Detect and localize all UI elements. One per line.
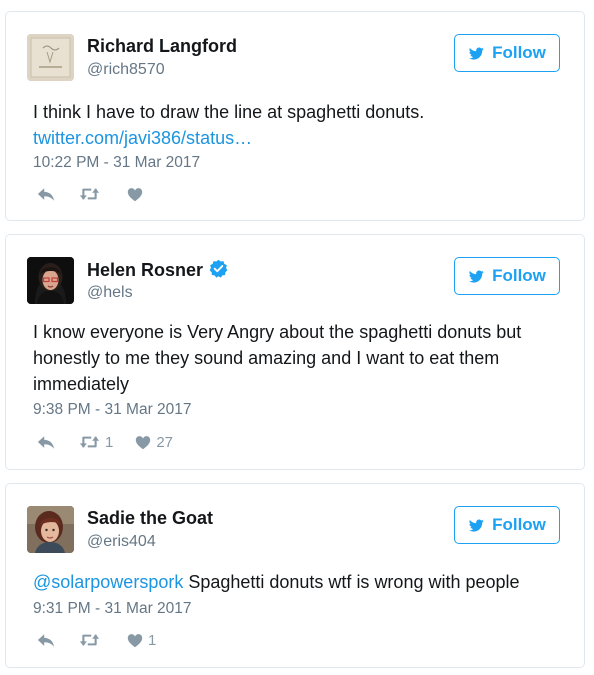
display-name[interactable]: Richard Langford bbox=[87, 36, 237, 57]
timestamp[interactable]: 9:38 PM - 31 Mar 2017 bbox=[33, 401, 192, 419]
retweet-icon bbox=[79, 435, 100, 449]
heart-icon bbox=[127, 633, 143, 648]
heart-icon bbox=[135, 435, 151, 450]
twitter-bird-icon bbox=[468, 518, 485, 533]
display-name-row: Helen Rosner bbox=[87, 259, 228, 283]
verified-badge-icon bbox=[209, 259, 228, 283]
avatar[interactable] bbox=[27, 506, 74, 553]
tweet-actions bbox=[37, 184, 148, 204]
follow-label: Follow bbox=[492, 515, 546, 534]
twitter-bird-icon bbox=[468, 46, 485, 61]
tweet-actions: 1 27 bbox=[37, 432, 173, 452]
follow-label: Follow bbox=[492, 43, 546, 62]
retweet-icon bbox=[79, 633, 100, 647]
tweet-body-line: I know everyone is Very Angry about the … bbox=[33, 322, 522, 342]
display-name[interactable]: Helen Rosner bbox=[87, 260, 203, 280]
like-count: 1 bbox=[148, 631, 157, 649]
user-handle[interactable]: @hels bbox=[87, 284, 133, 302]
reply-button[interactable] bbox=[37, 435, 55, 450]
like-button[interactable] bbox=[127, 187, 148, 202]
display-name[interactable]: Sadie the Goat bbox=[87, 508, 213, 529]
tweet-link[interactable]: twitter.com/javi386/status… bbox=[33, 125, 564, 151]
mention-link[interactable]: @solarpowerspork bbox=[33, 572, 183, 592]
retweet-count: 1 bbox=[105, 433, 114, 451]
reply-icon bbox=[37, 435, 55, 450]
retweet-button[interactable] bbox=[79, 187, 105, 201]
like-count: 27 bbox=[156, 433, 174, 451]
tweet-text: I think I have to draw the line at spagh… bbox=[33, 99, 564, 151]
reply-icon bbox=[37, 633, 55, 648]
follow-button[interactable]: Follow bbox=[454, 34, 560, 72]
tweet-body-line: immediately bbox=[33, 374, 130, 394]
timestamp[interactable]: 10:22 PM - 31 Mar 2017 bbox=[33, 154, 200, 172]
tweet-card: Richard Langford @rich8570 Follow I thin… bbox=[5, 11, 585, 221]
tweet-card: Sadie the Goat @eris404 Follow @solarpow… bbox=[5, 483, 585, 668]
retweet-icon bbox=[79, 187, 100, 201]
follow-button[interactable]: Follow bbox=[454, 506, 560, 544]
tweet-body: I think I have to draw the line at spagh… bbox=[33, 102, 425, 122]
user-handle[interactable]: @rich8570 bbox=[87, 61, 165, 79]
tweet-actions: 1 bbox=[37, 630, 156, 650]
retweet-button[interactable] bbox=[79, 633, 105, 647]
follow-label: Follow bbox=[492, 266, 546, 285]
like-button[interactable]: 1 bbox=[127, 632, 156, 649]
tweet-body-line: honestly to me they sound amazing and I … bbox=[33, 348, 500, 368]
tweet-body: Spaghetti donuts wtf is wrong with peopl… bbox=[183, 572, 520, 592]
follow-button[interactable]: Follow bbox=[454, 257, 560, 295]
reply-icon bbox=[37, 187, 55, 202]
user-handle[interactable]: @eris404 bbox=[87, 533, 156, 551]
retweet-button[interactable]: 1 bbox=[79, 434, 113, 451]
reply-button[interactable] bbox=[37, 633, 55, 648]
heart-icon bbox=[127, 187, 143, 202]
tweet-text: I know everyone is Very Angry about the … bbox=[33, 319, 564, 397]
tweet-card: Helen Rosner @hels Follow I know everyon… bbox=[5, 234, 585, 470]
like-button[interactable]: 27 bbox=[135, 434, 173, 451]
twitter-bird-icon bbox=[468, 269, 485, 284]
reply-button[interactable] bbox=[37, 187, 55, 202]
avatar[interactable] bbox=[27, 257, 74, 304]
avatar[interactable] bbox=[27, 34, 74, 81]
tweet-text: @solarpowerspork Spaghetti donuts wtf is… bbox=[33, 569, 564, 595]
timestamp[interactable]: 9:31 PM - 31 Mar 2017 bbox=[33, 600, 192, 618]
